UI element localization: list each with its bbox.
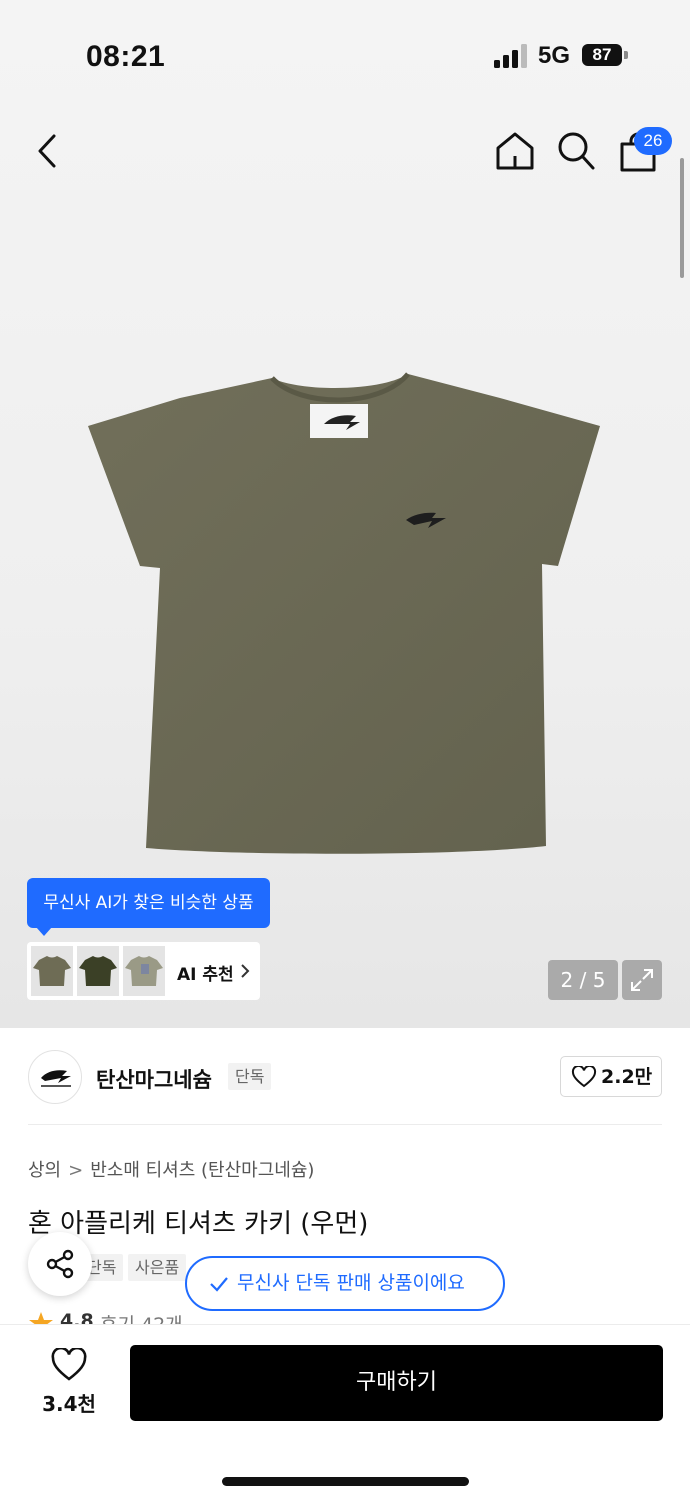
divider: [28, 1124, 662, 1125]
product-photo[interactable]: [80, 368, 610, 858]
battery-level: 87: [592, 45, 612, 64]
tooltip-arrow: [36, 927, 52, 936]
brand-logo[interactable]: [28, 1050, 82, 1104]
ai-thumbnail[interactable]: [123, 946, 165, 996]
search-icon[interactable]: [556, 130, 596, 172]
wish-count: 3.4천: [42, 1392, 96, 1416]
ai-recommend-card[interactable]: AI 추천: [27, 942, 260, 1000]
chevron-right-icon: >: [68, 1160, 84, 1181]
brand-like-button[interactable]: 2.2만: [560, 1056, 662, 1097]
share-button[interactable]: [28, 1232, 92, 1296]
cart-count-badge: 26: [634, 127, 672, 155]
network-type: 5G: [538, 42, 571, 69]
product-detail-page: 08:21 5G 87 26 무신사 AI가 찾은 비슷한 상품 AI 추천 2…: [0, 0, 690, 1500]
share-icon: [46, 1249, 74, 1279]
brand-like-count: 2.2만: [601, 1066, 653, 1088]
buy-button[interactable]: 구매하기: [130, 1345, 663, 1421]
heart-icon: [571, 1066, 597, 1088]
breadcrumb-item[interactable]: 상의: [28, 1156, 61, 1182]
product-title: 혼 아플리케 티셔츠 카키 (우먼): [28, 1209, 369, 1239]
scrollbar[interactable]: [680, 158, 684, 278]
brand-name[interactable]: 탄산마그네슘: [96, 1064, 212, 1094]
ai-recommend-label: AI 추천: [177, 965, 234, 985]
expand-icon: [631, 969, 653, 991]
signal-icon: [494, 44, 527, 68]
image-page-indicator: 2 / 5: [548, 960, 618, 1000]
expand-button[interactable]: [622, 960, 662, 1000]
ai-thumbnail[interactable]: [77, 946, 119, 996]
product-tag-gift: 사은품: [128, 1254, 187, 1281]
status-time: 08:21: [86, 40, 166, 73]
back-icon[interactable]: [34, 132, 64, 170]
breadcrumb-item[interactable]: 반소매 티셔츠 (탄산마그네슘): [90, 1156, 314, 1182]
exclusive-notice-text: 무신사 단독 판매 상품이에요: [237, 1272, 465, 1294]
ai-thumbnail[interactable]: [31, 946, 73, 996]
battery-icon: 87: [582, 44, 628, 66]
check-icon: [210, 1277, 228, 1292]
heart-icon[interactable]: [50, 1348, 88, 1382]
home-icon[interactable]: [494, 130, 536, 172]
ai-recommend-tooltip[interactable]: 무신사 AI가 찾은 비슷한 상품: [27, 878, 270, 928]
exclusive-notice-pill[interactable]: 무신사 단독 판매 상품이에요: [185, 1256, 505, 1311]
chevron-right-icon: [241, 964, 250, 978]
tshirt-shape: [88, 374, 600, 854]
breadcrumb: 상의 > 반소매 티셔츠 (탄산마그네슘): [28, 1156, 314, 1182]
home-indicator: [222, 1477, 469, 1486]
brand-exclusive-badge: 단독: [228, 1063, 272, 1090]
